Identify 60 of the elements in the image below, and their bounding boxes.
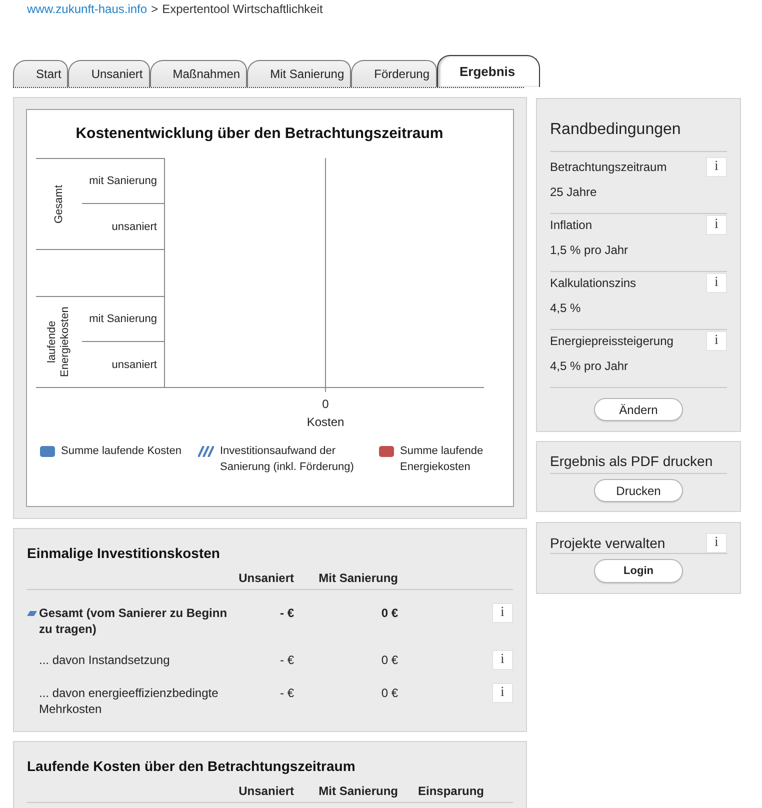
info-button[interactable]: i [706, 533, 727, 553]
axis-group-label: Gesamt [52, 184, 66, 224]
info-button[interactable]: i [706, 273, 727, 293]
condition-value: 25 Jahre [550, 184, 598, 200]
print-button[interactable]: Drucken [594, 479, 683, 502]
slash-marker-icon [27, 611, 37, 616]
info-button[interactable]: i [492, 683, 513, 703]
info-button[interactable]: i [706, 215, 727, 235]
panel-title: Projekte verwalten [550, 534, 666, 552]
legend-label: Summe laufende Kosten [61, 444, 182, 459]
condition-value: 1,5 % pro Jahr [550, 242, 630, 258]
condition-label: Betrachtungszeitraum [550, 159, 667, 175]
table-cell-text: 0 € [380, 605, 398, 622]
tab[interactable]: Start [13, 60, 68, 87]
login-button[interactable]: Login [594, 559, 683, 583]
info-button[interactable]: i [492, 650, 513, 670]
column-header: Unsaniert [238, 570, 294, 586]
condition-label: Inflation [550, 217, 592, 233]
site-link[interactable]: www.zukunft-haus.info [27, 0, 148, 18]
column-header: Einsparung [416, 783, 484, 799]
panel-title: Ergebnis als PDF drucken [550, 452, 727, 474]
info-button[interactable]: i [706, 331, 727, 351]
table-cell-text: - € [278, 685, 294, 702]
chart-title: Kostenentwicklung über den Betrachtungszeitraum [74, 124, 444, 144]
table-cell-text: 0 € [380, 652, 398, 669]
table-cell-text: - € [278, 605, 294, 622]
section-title: Einmalige Investitionskosten [27, 544, 221, 563]
table-cell-text: 0 € [380, 685, 398, 702]
info-button[interactable]: i [706, 157, 727, 177]
axis-category-label: unsaniert [112, 358, 157, 372]
change-button[interactable]: Ändern [594, 398, 683, 421]
column-header: Mit Sanierung [318, 783, 398, 799]
axis-title: Kosten [306, 415, 344, 429]
tab[interactable]: Ergebnis [436, 55, 540, 87]
tab[interactable]: Maßnahmen [150, 60, 248, 87]
breadcrumb-current: Expertentool Wirtschaftlichkeit [162, 1, 323, 18]
axis-category-label: mit Sanierung [89, 174, 157, 189]
axis-category-label: mit Sanierung [89, 312, 157, 327]
panel-title: Randbedingungen [550, 99, 727, 152]
condition-value: 4,5 % pro Jahr [550, 358, 630, 374]
column-header: Mit Sanierung [318, 570, 398, 586]
legend-label: Investitionsaufwand der Sanierung (inkl. Förderung) [220, 444, 355, 475]
axis-category-label: unsaniert [112, 220, 157, 234]
row-label: Gesamt (vom Sanierer zu Beginn zu tragen) [39, 605, 228, 637]
axis-tick-label: 0 [322, 397, 329, 411]
condition-value: 4,5 % [550, 300, 582, 316]
row-label: ... davon energieeffizienzbedingte Mehrkosten [39, 685, 220, 717]
tab[interactable]: Förderung [351, 60, 436, 87]
tab[interactable]: Unsaniert [68, 60, 150, 87]
condition-label: Kalkulationszins [550, 275, 636, 291]
condition-label: Energiepreissteigerung [550, 333, 674, 349]
section-title: Laufende Kosten über den Betrachtungszeitraum [27, 757, 356, 776]
column-header: Unsaniert [238, 783, 294, 799]
info-button[interactable]: i [492, 603, 513, 623]
table-cell-text: - € [278, 652, 294, 669]
legend-label: Summe laufende Energiekosten [400, 444, 484, 475]
breadcrumb-separator: > [151, 1, 158, 18]
axis-group-label: laufende Energiekosten [46, 306, 72, 380]
row-label: ... davon Instandsetzung [39, 652, 171, 669]
tab[interactable]: Mit Sanierung [247, 60, 352, 87]
